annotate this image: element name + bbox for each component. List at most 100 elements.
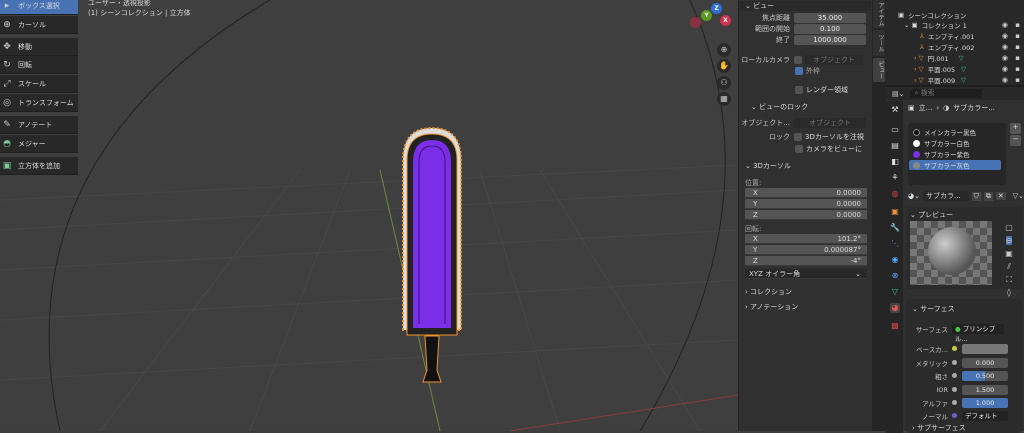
eye-icon[interactable]: ◉: [1002, 76, 1008, 84]
physics-tab-icon[interactable]: ◉: [890, 255, 900, 265]
pan-hand-icon[interactable]: ✋: [717, 59, 731, 73]
loc-x-field[interactable]: X 0.0000: [745, 188, 867, 198]
outliner-circle-001[interactable]: › ▽ 円.001 ▽ ◉ ▪: [886, 52, 1024, 63]
camera-to-view-row[interactable]: カメラをビューに: [795, 143, 873, 155]
camera-icon[interactable]: ▪: [1015, 21, 1020, 29]
texture-tab-icon[interactable]: ▩: [890, 321, 900, 331]
tool-scale[interactable]: ⤢ スケール: [0, 75, 78, 93]
remove-slot-button[interactable]: −: [1010, 135, 1021, 146]
focal-field[interactable]: 35.000: [794, 13, 866, 23]
frame-checkbox[interactable]: 外枠: [795, 65, 865, 77]
tab-view[interactable]: ビュー: [873, 58, 885, 82]
gizmo-x[interactable]: X: [720, 15, 731, 26]
object-tab-icon[interactable]: ▣: [890, 207, 900, 217]
local-camera-object-field[interactable]: オブジェクト: [805, 55, 863, 65]
constraints-tab-icon[interactable]: ⊗: [890, 271, 900, 281]
rot-z-field[interactable]: Z -4°: [745, 256, 867, 266]
eye-icon[interactable]: ◉: [1002, 21, 1008, 29]
data-tab-icon[interactable]: ▽: [890, 287, 900, 297]
normal-field[interactable]: デフォルト: [962, 410, 1008, 421]
gizmo-neg-x[interactable]: [690, 17, 701, 28]
duplicate-icon[interactable]: ⧉: [983, 191, 993, 201]
collection-header[interactable]: › コレクション: [745, 287, 792, 297]
subsurface-header[interactable]: › サブサーフェス: [912, 423, 966, 433]
tool-cursor[interactable]: ⊕ カーソル: [0, 16, 78, 34]
world-tab-icon[interactable]: ◍: [890, 189, 900, 199]
base-color-swatch[interactable]: [962, 343, 1008, 354]
fake-user-icon[interactable]: ⛉: [971, 191, 981, 201]
add-slot-button[interactable]: +: [1010, 123, 1021, 134]
output-tab-icon[interactable]: ▤: [890, 141, 900, 151]
roughness-slider[interactable]: 0.500: [962, 370, 1008, 381]
eye-icon[interactable]: ◉: [1002, 54, 1008, 62]
modifier-tab-icon[interactable]: 🔧: [890, 223, 900, 233]
camera-icon[interactable]: ▪: [1015, 43, 1020, 51]
tab-tool[interactable]: ツール: [873, 30, 885, 56]
camera-view-icon[interactable]: ⚇: [717, 76, 731, 90]
camera-icon[interactable]: ▪: [1015, 65, 1020, 73]
surface-header[interactable]: ⌄ サーフェス: [912, 304, 955, 314]
rot-x-field[interactable]: X 101.2°: [745, 234, 867, 244]
tool-move[interactable]: ✥ 移動: [0, 38, 78, 56]
preview-type-buttons[interactable]: ▢ ⊖ ▣ ⫽ ⛶ ◊: [1003, 221, 1015, 299]
gizmo-y[interactable]: Y: [701, 10, 712, 21]
tool-tab-icon[interactable]: ⚒: [890, 105, 900, 115]
camera-icon[interactable]: ▪: [1015, 32, 1020, 40]
tool-annotate[interactable]: ✎ アノテート: [0, 116, 78, 134]
clip-end-field[interactable]: 1000.000: [794, 35, 866, 45]
sword-model[interactable]: [395, 120, 485, 390]
editor-type-icon[interactable]: ▤⌄: [892, 90, 904, 98]
camera-icon[interactable]: ▪: [1015, 76, 1020, 84]
view-header[interactable]: ⌄ ビュー: [739, 1, 871, 11]
ortho-grid-icon[interactable]: ▦: [717, 92, 731, 106]
clip-start-field[interactable]: 0.100: [794, 24, 866, 34]
alpha-slider[interactable]: 1.000: [962, 397, 1008, 408]
camera-icon[interactable]: ▪: [1015, 54, 1020, 62]
material-slot-selected[interactable]: サブカラー灰色: [909, 160, 1001, 170]
checkbox-checked[interactable]: [795, 67, 803, 75]
tool-add-cube[interactable]: ▣ 立方体を追加: [0, 157, 78, 175]
loc-y-field[interactable]: Y 0.0000: [745, 199, 867, 209]
outliner-plane-005[interactable]: › ▽ 平面.005 ▽ ◉ ▪: [886, 63, 1024, 74]
material-slot[interactable]: サブカラー紫色: [909, 149, 1001, 159]
ior-field[interactable]: 1.500: [962, 384, 1008, 395]
tool-transform[interactable]: ◎ トランスフォーム: [0, 94, 78, 112]
render-region-checkbox[interactable]: レンダー領域: [795, 84, 865, 96]
view-layer-tab-icon[interactable]: ◧: [890, 157, 900, 167]
material-tab-icon[interactable]: ◕: [890, 303, 900, 313]
eye-icon[interactable]: ◉: [1002, 65, 1008, 73]
local-camera-checkbox[interactable]: [794, 56, 802, 64]
cursor-header[interactable]: ⌄ 3Dカーソル: [745, 161, 791, 171]
properties-search-input[interactable]: ⌕ 検索: [910, 89, 983, 98]
tab-item[interactable]: アイテム: [873, 0, 885, 28]
checkbox[interactable]: [795, 86, 803, 94]
lock-cursor-checkbox[interactable]: [794, 133, 802, 141]
gizmo-z[interactable]: Z: [711, 3, 722, 14]
rot-y-field[interactable]: Y 0.000087°: [745, 245, 867, 255]
surface-shader-field[interactable]: ● プリンシプル...: [952, 323, 1004, 343]
material-slot[interactable]: サブカラー白色: [909, 138, 1001, 148]
annotation-header[interactable]: › アノテーション: [745, 302, 798, 312]
scene-tab-icon[interactable]: ⚘: [890, 173, 900, 183]
rotation-mode-dropdown[interactable]: XYZ オイラー角 ⌄: [745, 269, 867, 279]
tool-select-box[interactable]: ▸ ボックス選択: [0, 0, 78, 15]
view-lock-header[interactable]: ⌄ ビューのロック: [751, 102, 808, 112]
node-tree-icon[interactable]: ▽⌄: [1013, 192, 1024, 200]
outliner-empty-002[interactable]: ⅄ エンプティ.002 ◉ ▪: [886, 41, 1024, 52]
material-slot[interactable]: メインカラー黒色: [909, 127, 1001, 137]
outliner-plane-009[interactable]: › ▽ 平面.009 ▽ ◉ ▪: [886, 74, 1024, 85]
material-name-field[interactable]: サブカラ...: [922, 191, 969, 201]
zoom-icon[interactable]: ⊕: [717, 43, 731, 57]
loc-z-field[interactable]: Z 0.0000: [745, 210, 867, 220]
camera-to-view-checkbox[interactable]: [795, 145, 803, 153]
tool-measure[interactable]: ◓ メジャー: [0, 135, 78, 153]
render-tab-icon[interactable]: ▭: [890, 125, 900, 135]
material-browse-icon[interactable]: ◕⌄: [908, 192, 920, 200]
lock-object-field[interactable]: オブジェクト: [794, 118, 866, 128]
outliner-collection-1[interactable]: ⌄ ▣ コレクション 1 ◉ ▪: [886, 19, 1024, 30]
particles-tab-icon[interactable]: ⋱: [890, 239, 900, 249]
3d-viewport[interactable]: Z Y X ⊕ ✋ ⚇ ▦ ユーザー・透視投影 (1) シーンコレクション | …: [0, 0, 738, 431]
eye-icon[interactable]: ◉: [1002, 43, 1008, 51]
unlink-icon[interactable]: ✕: [995, 192, 1006, 200]
eye-icon[interactable]: ◉: [1002, 32, 1008, 40]
